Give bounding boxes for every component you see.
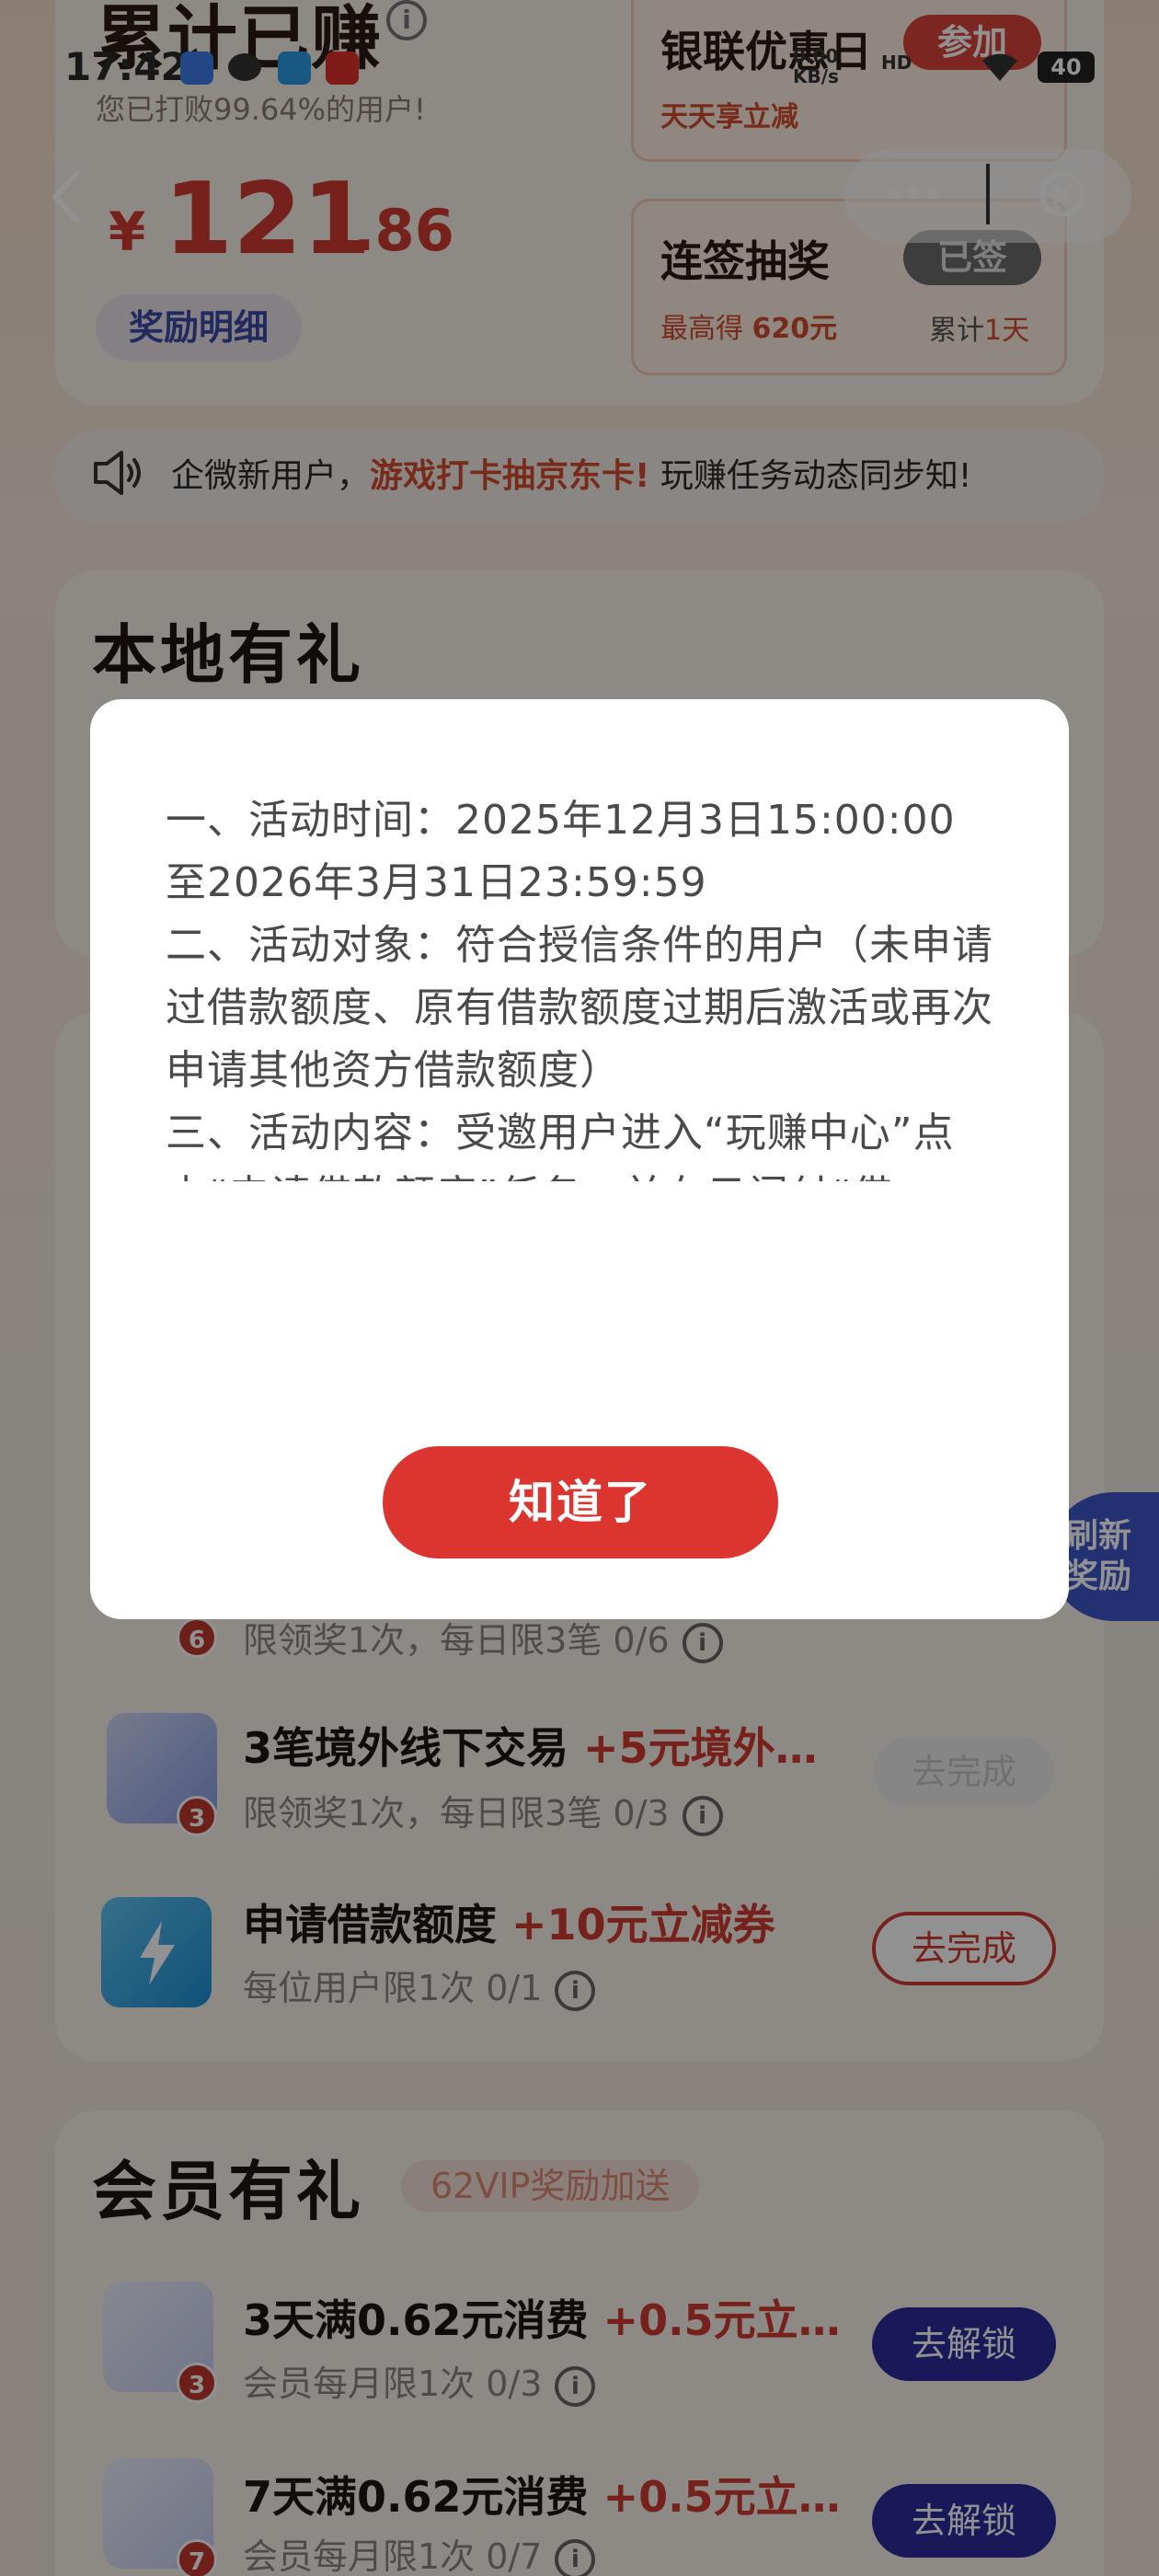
rule-time: 一、活动时间：2025年12月3日15:00:00至2026年3月31日23:5…: [166, 797, 956, 906]
got-it-button[interactable]: 知道了: [383, 1446, 778, 1558]
activity-rules-text[interactable]: 一、活动时间：2025年12月3日15:00:00至2026年3月31日23:5…: [166, 789, 993, 1181]
rule-content: 三、活动内容：受邀用户进入“玩赚中心”点击“申请借款额度”任务，并在云闪付“借款…: [166, 1110, 955, 1181]
activity-rules-dialog: 一、活动时间：2025年12月3日15:00:00至2026年3月31日23:5…: [90, 699, 1069, 1619]
rule-target: 二、活动对象：符合授信条件的用户（未申请过借款额度、原有借款额度过期后激活或再次…: [166, 922, 993, 1094]
